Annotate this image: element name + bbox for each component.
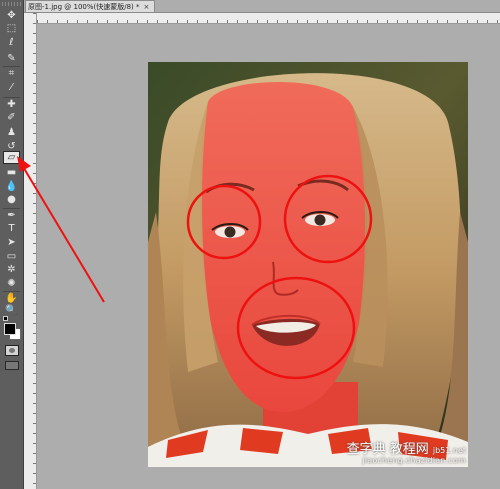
annotation-arrow: [17, 156, 105, 303]
annotation-arrow-layer: [17, 156, 105, 303]
